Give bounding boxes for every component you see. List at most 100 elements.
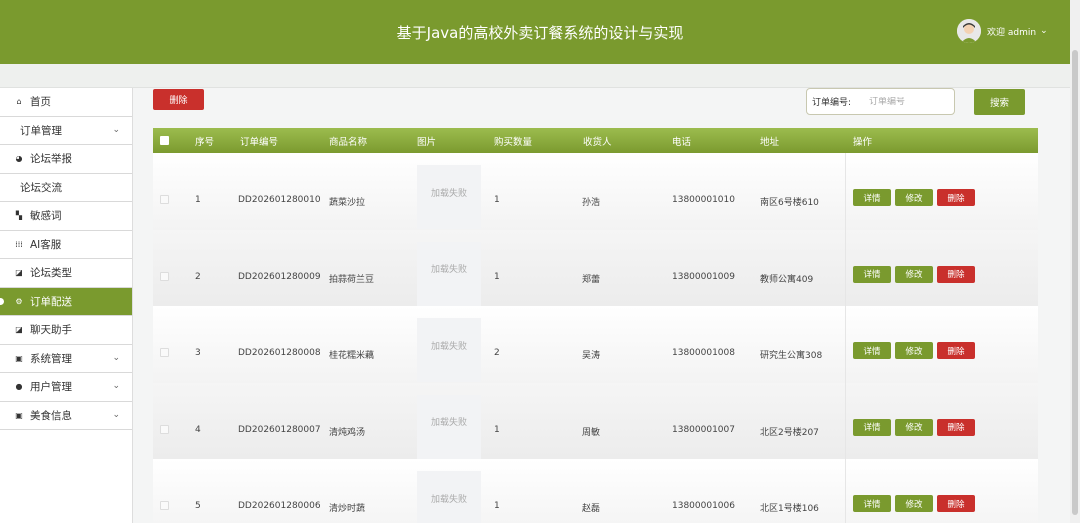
chevron-down-icon: ⌄ <box>112 381 120 391</box>
sidebar-item-forum-type[interactable]: ◪ 论坛类型 <box>0 259 132 288</box>
sidebar-item-ai-service[interactable]: ⁞⁞⁞ AI客服 <box>0 231 132 259</box>
detail-button[interactable]: 详情 <box>853 418 891 436</box>
cell-order-no: DD202601280009 <box>238 271 321 282</box>
search-label: 订单编号: <box>812 98 852 108</box>
cell-order-no: DD202601280010 <box>238 195 321 205</box>
gear-icon: ⚙ <box>15 296 23 306</box>
sidebar: ⌂ 首页 订单管理 ⌄ ◕ 论坛举报 论坛交流 ▚ 敏感词 ⁞⁞⁞ AI客服 ◪… <box>0 88 133 523</box>
cell-receiver: 孙浩 <box>582 198 601 208</box>
image-placeholder: 加载失败 <box>417 241 481 306</box>
cell-receiver: 周敏 <box>582 427 601 438</box>
order-no-search-input[interactable] <box>869 96 940 107</box>
sidebar-item-food-info[interactable]: ▣ 美食信息 ⌄ <box>0 402 132 430</box>
divider <box>845 153 846 230</box>
detail-button[interactable]: 详情 <box>853 189 891 206</box>
sidebar-item-forum-exchange[interactable]: 论坛交流 <box>0 174 132 202</box>
delete-button[interactable]: 删除 <box>937 265 975 283</box>
sidebar-item-label: 聊天助手 <box>30 324 72 337</box>
note-icon: ◪ <box>15 325 23 335</box>
table-row: 1 DD202601280010 蔬菜沙拉 加载失败 1 孙浩 13800001… <box>153 153 1038 230</box>
order-table: 序号 订单编号 商品名称 图片 购买数量 收货人 电话 地址 操作 1 DD20… <box>153 128 1038 523</box>
cell-order-no: DD202601280008 <box>238 348 321 358</box>
user-icon: ● <box>15 382 23 392</box>
home-icon: ⌂ <box>16 97 22 107</box>
cell-product: 清炖鸡汤 <box>329 427 366 438</box>
sidebar-item-sensitive-words[interactable]: ▚ 敏感词 <box>0 202 132 231</box>
cell-product: 桂花糯米藕 <box>329 351 375 361</box>
edit-button[interactable]: 修改 <box>895 265 933 283</box>
cell-index: 4 <box>195 424 201 435</box>
book-icon: ▣ <box>15 410 23 420</box>
table-row: 3 DD202601280008 桂花糯米藕 加载失败 2 吴涛 1380000… <box>153 306 1038 383</box>
sidebar-item-label: 订单配送 <box>30 295 72 308</box>
table-row: 5 DD202601280006 清炒时蔬 加载失败 1 赵磊 13800001… <box>153 459 1038 523</box>
row-checkbox[interactable] <box>160 348 169 357</box>
table-row: 2 DD202601280009 拍蒜荷兰豆 加载失败 1 郑蕾 1380000… <box>153 229 1038 306</box>
cell-index: 1 <box>195 195 201 205</box>
edit-button[interactable]: 修改 <box>895 342 933 359</box>
column-header: 电话 <box>672 137 692 148</box>
sidebar-item-order-delivery[interactable]: ⚙ 订单配送 <box>0 287 132 316</box>
scrollbar-thumb[interactable] <box>1072 50 1078 515</box>
edit-button[interactable]: 修改 <box>895 495 933 512</box>
row-checkbox[interactable] <box>160 271 169 281</box>
column-header: 序号 <box>195 137 215 148</box>
cell-phone: 13800001010 <box>672 195 735 205</box>
detail-button[interactable]: 详情 <box>853 342 891 359</box>
column-header: 收货人 <box>583 137 612 148</box>
pie-icon: ◕ <box>15 154 23 164</box>
sidebar-item-user-management[interactable]: ● 用户管理 ⌄ <box>0 373 132 402</box>
chevron-down-icon: ⌄ <box>112 352 120 363</box>
cell-receiver: 赵磊 <box>582 504 601 514</box>
detail-button[interactable]: 详情 <box>853 265 891 283</box>
cell-index: 2 <box>195 271 201 282</box>
edit-button[interactable]: 修改 <box>895 189 933 206</box>
cell-address: 北区2号楼207 <box>760 427 819 438</box>
edit-button[interactable]: 修改 <box>895 418 933 436</box>
grid-icon: ▚ <box>15 211 23 221</box>
column-header: 订单编号 <box>240 137 279 148</box>
cell-order-no: DD202601280007 <box>238 424 321 435</box>
cell-receiver: 郑蕾 <box>582 274 601 285</box>
cell-address: 教师公寓409 <box>760 274 814 285</box>
search-button[interactable]: 搜索 <box>974 89 1025 115</box>
image-placeholder: 加载失败 <box>417 471 481 523</box>
divider <box>845 459 846 523</box>
sidebar-item-order-management[interactable]: 订单管理 ⌄ <box>0 117 132 145</box>
cell-product: 蔬菜沙拉 <box>329 198 366 208</box>
table-row: 4 DD202601280007 清炖鸡汤 加载失败 1 周敏 13800001… <box>153 382 1038 459</box>
delete-button[interactable]: 删除 <box>937 418 975 436</box>
chevron-down-icon: ⌄ <box>112 124 120 135</box>
divider <box>845 229 846 306</box>
cell-address: 研究生公寓308 <box>760 351 823 361</box>
cell-qty: 1 <box>494 424 500 435</box>
delete-button[interactable]: 删除 <box>937 342 975 359</box>
sidebar-item-label: AI客服 <box>30 238 62 251</box>
delete-button[interactable]: 删除 <box>937 189 975 206</box>
select-all-checkbox[interactable] <box>160 136 169 145</box>
sidebar-item-chat-assistant[interactable]: ◪ 聊天助手 <box>0 316 132 345</box>
user-avatar-icon <box>957 19 981 43</box>
sidebar-item-label: 敏感词 <box>30 210 62 223</box>
row-checkbox[interactable] <box>160 424 169 434</box>
sidebar-item-system-management[interactable]: ▣ 系统管理 ⌄ <box>0 345 132 373</box>
column-header: 图片 <box>417 137 437 148</box>
cell-qty: 1 <box>494 271 500 282</box>
sidebar-item-forum-report[interactable]: ◕ 论坛举报 <box>0 145 132 174</box>
column-header: 购买数量 <box>494 137 533 148</box>
detail-button[interactable]: 详情 <box>853 495 891 512</box>
cell-product: 清炒时蔬 <box>329 504 366 514</box>
divider <box>845 306 846 383</box>
user-menu[interactable]: 欢迎 admin ⌄ <box>957 19 1048 43</box>
table-header: 序号 订单编号 商品名称 图片 购买数量 收货人 电话 地址 操作 <box>153 128 1038 153</box>
sidebar-item-label: 论坛交流 <box>20 181 62 194</box>
cell-address: 北区1号楼106 <box>760 504 819 514</box>
image-placeholder: 加载失败 <box>417 165 481 229</box>
row-checkbox[interactable] <box>160 501 169 510</box>
sidebar-item-home[interactable]: ⌂ 首页 <box>0 88 132 117</box>
delete-button[interactable]: 删除 <box>937 495 975 512</box>
row-checkbox[interactable] <box>160 195 169 204</box>
cell-address: 南区6号楼610 <box>760 198 819 208</box>
batch-delete-button[interactable]: 删除 <box>153 89 204 110</box>
page-scrollbar[interactable] <box>1070 0 1080 523</box>
